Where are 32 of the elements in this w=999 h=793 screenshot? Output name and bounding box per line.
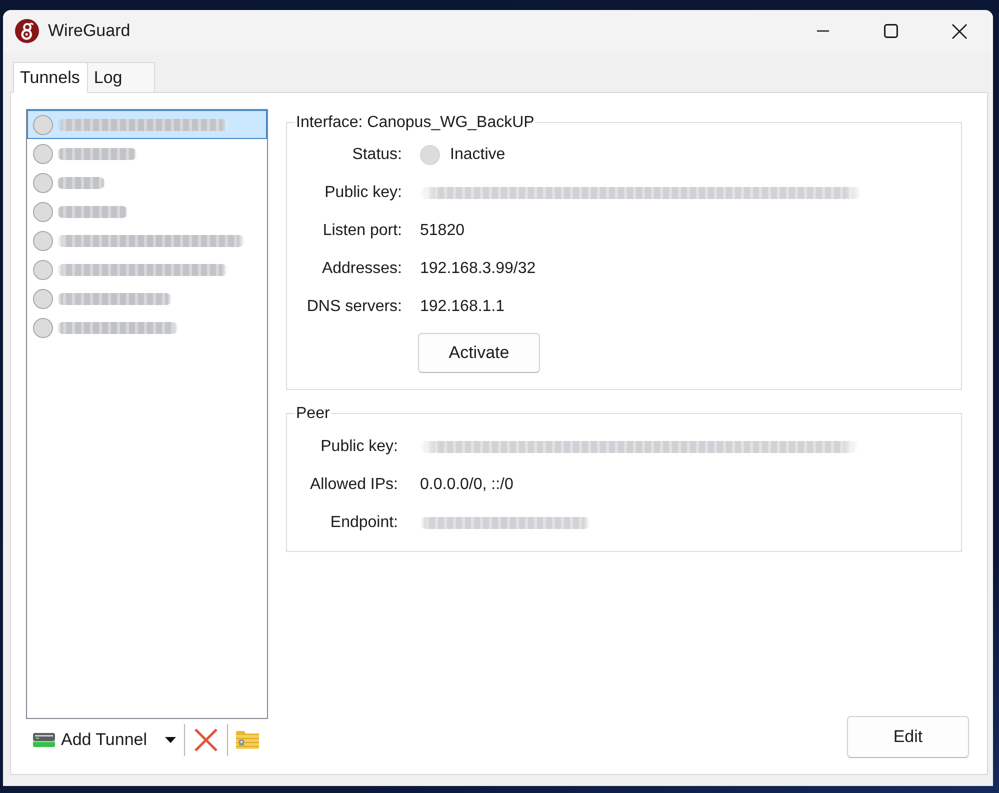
field-label: Allowed IPs: — [308, 476, 398, 494]
field-label: Addresses: — [320, 260, 402, 278]
field-label: DNS servers: — [306, 298, 402, 316]
field-label: Public key: — [320, 438, 398, 456]
window-title: WireGuard — [48, 21, 130, 41]
activate-button[interactable]: Activate — [418, 333, 540, 373]
group-title: Peer — [295, 404, 331, 423]
field-label: Listen port: — [322, 222, 402, 240]
field-value: 192.168.3.99/32 — [420, 260, 536, 278]
blurred-text — [57, 206, 128, 218]
field-label: Status: — [351, 146, 402, 164]
maximize-icon — [884, 24, 898, 38]
minimize-icon — [817, 30, 829, 32]
app-logo-icon — [15, 19, 39, 43]
add-tunnel-button[interactable]: Add Tunnel — [31, 728, 150, 752]
tab[interactable]: Log — [88, 62, 155, 93]
status-value: Inactive — [450, 146, 506, 164]
caret-icon — [165, 737, 176, 743]
close-icon — [952, 24, 966, 38]
cross-icon — [194, 728, 218, 752]
field-value: 51820 — [420, 222, 464, 240]
field-label: Endpoint: — [329, 514, 398, 532]
drive-icon — [33, 732, 55, 748]
group-title: Interface: Canopus_WG_BackUP — [295, 113, 536, 132]
field-value: 0.0.0.0/0, ::/0 — [420, 476, 514, 494]
field-value: 192.168.1.1 — [420, 298, 505, 316]
edit-button[interactable]: Edit — [847, 716, 969, 758]
field-label: Public key: — [324, 184, 402, 202]
tunnel-list-item[interactable] — [27, 110, 267, 139]
blurred-text — [57, 176, 105, 188]
tab[interactable]: Tunnels — [13, 62, 88, 93]
zip-folder-icon — [236, 731, 260, 749]
